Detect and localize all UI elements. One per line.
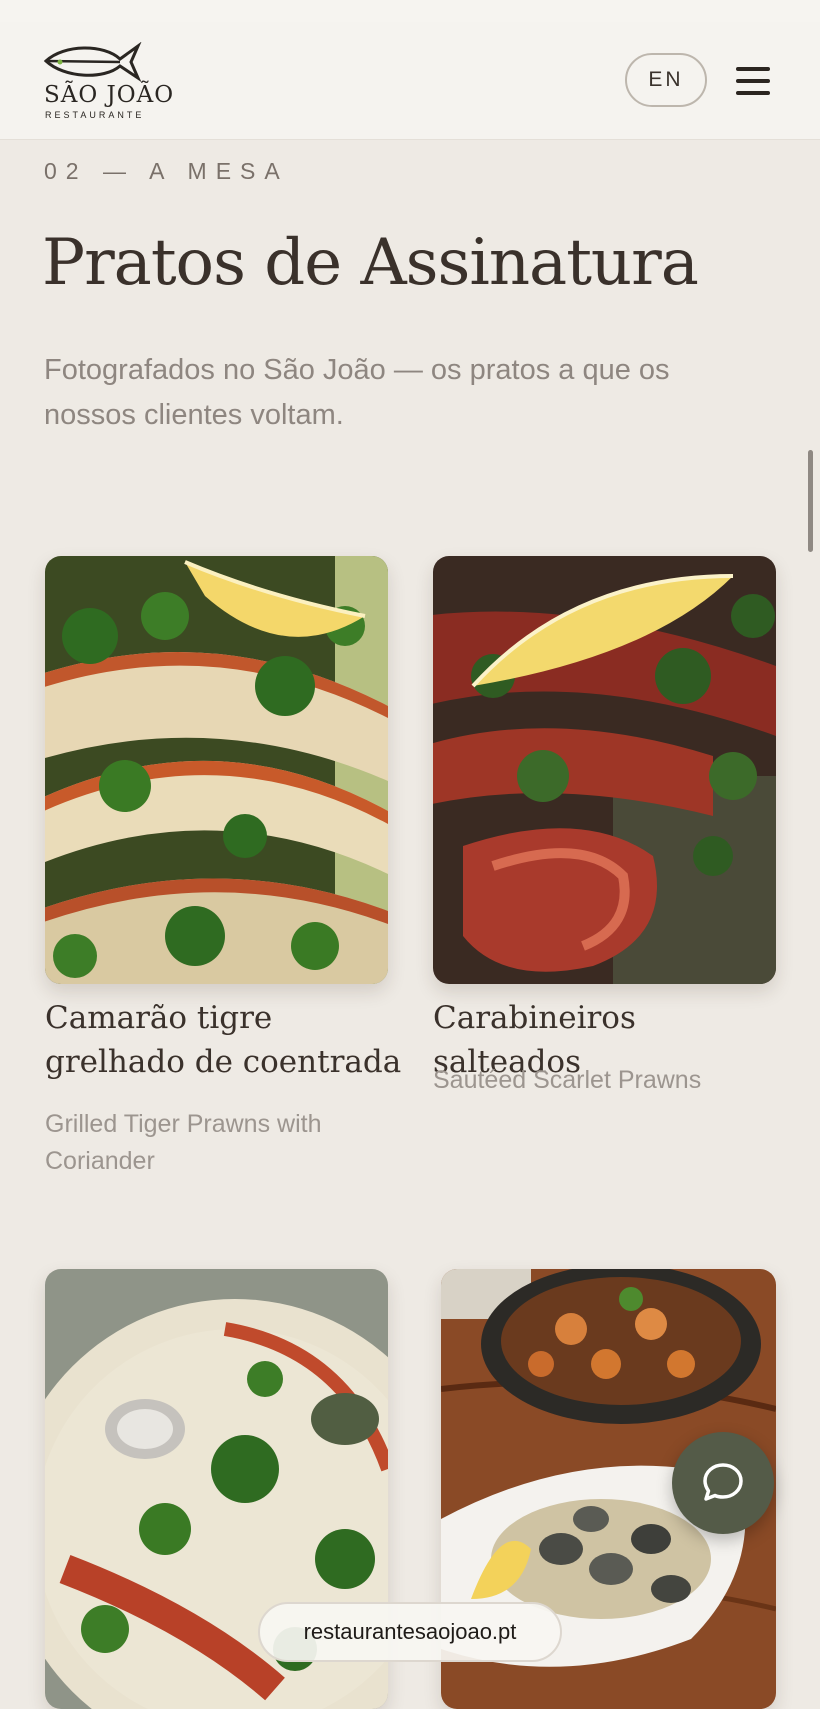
fish-logo-icon [43, 42, 142, 82]
browser-url-bar[interactable]: restaurantesaojoao.pt [258, 1602, 562, 1662]
section-subtitle: Fotografados no São João — os pratos a q… [44, 354, 670, 431]
dish-name: Camarão tigre grelhado de coentrada [45, 1000, 402, 1080]
logo-subtitle: RESTAURANTE [45, 110, 145, 120]
chat-button[interactable] [672, 1432, 774, 1534]
section-title: Pratos de Assinatura [42, 226, 699, 300]
dish-photo [45, 556, 388, 984]
chat-bubble-icon [703, 1463, 743, 1501]
section-eyebrow: 02 — A MESA [44, 158, 289, 184]
restaurant-logo[interactable]: SÃO JOÃO RESTAURANTE [42, 42, 173, 124]
dish-photo [433, 556, 776, 984]
status-bar [0, 0, 820, 22]
logo-name: SÃO JOÃO [44, 82, 175, 108]
scrollbar-thumb[interactable] [808, 450, 813, 552]
dish-name-english: Sautéed Scarlet Prawns [433, 1066, 702, 1094]
hamburger-icon[interactable] [732, 64, 774, 98]
dish-name-english: Grilled Tiger Prawns with Coriander [45, 1110, 322, 1175]
language-button[interactable]: EN [625, 53, 707, 107]
site-header: SÃO JOÃO RESTAURANTE EN [0, 22, 820, 140]
